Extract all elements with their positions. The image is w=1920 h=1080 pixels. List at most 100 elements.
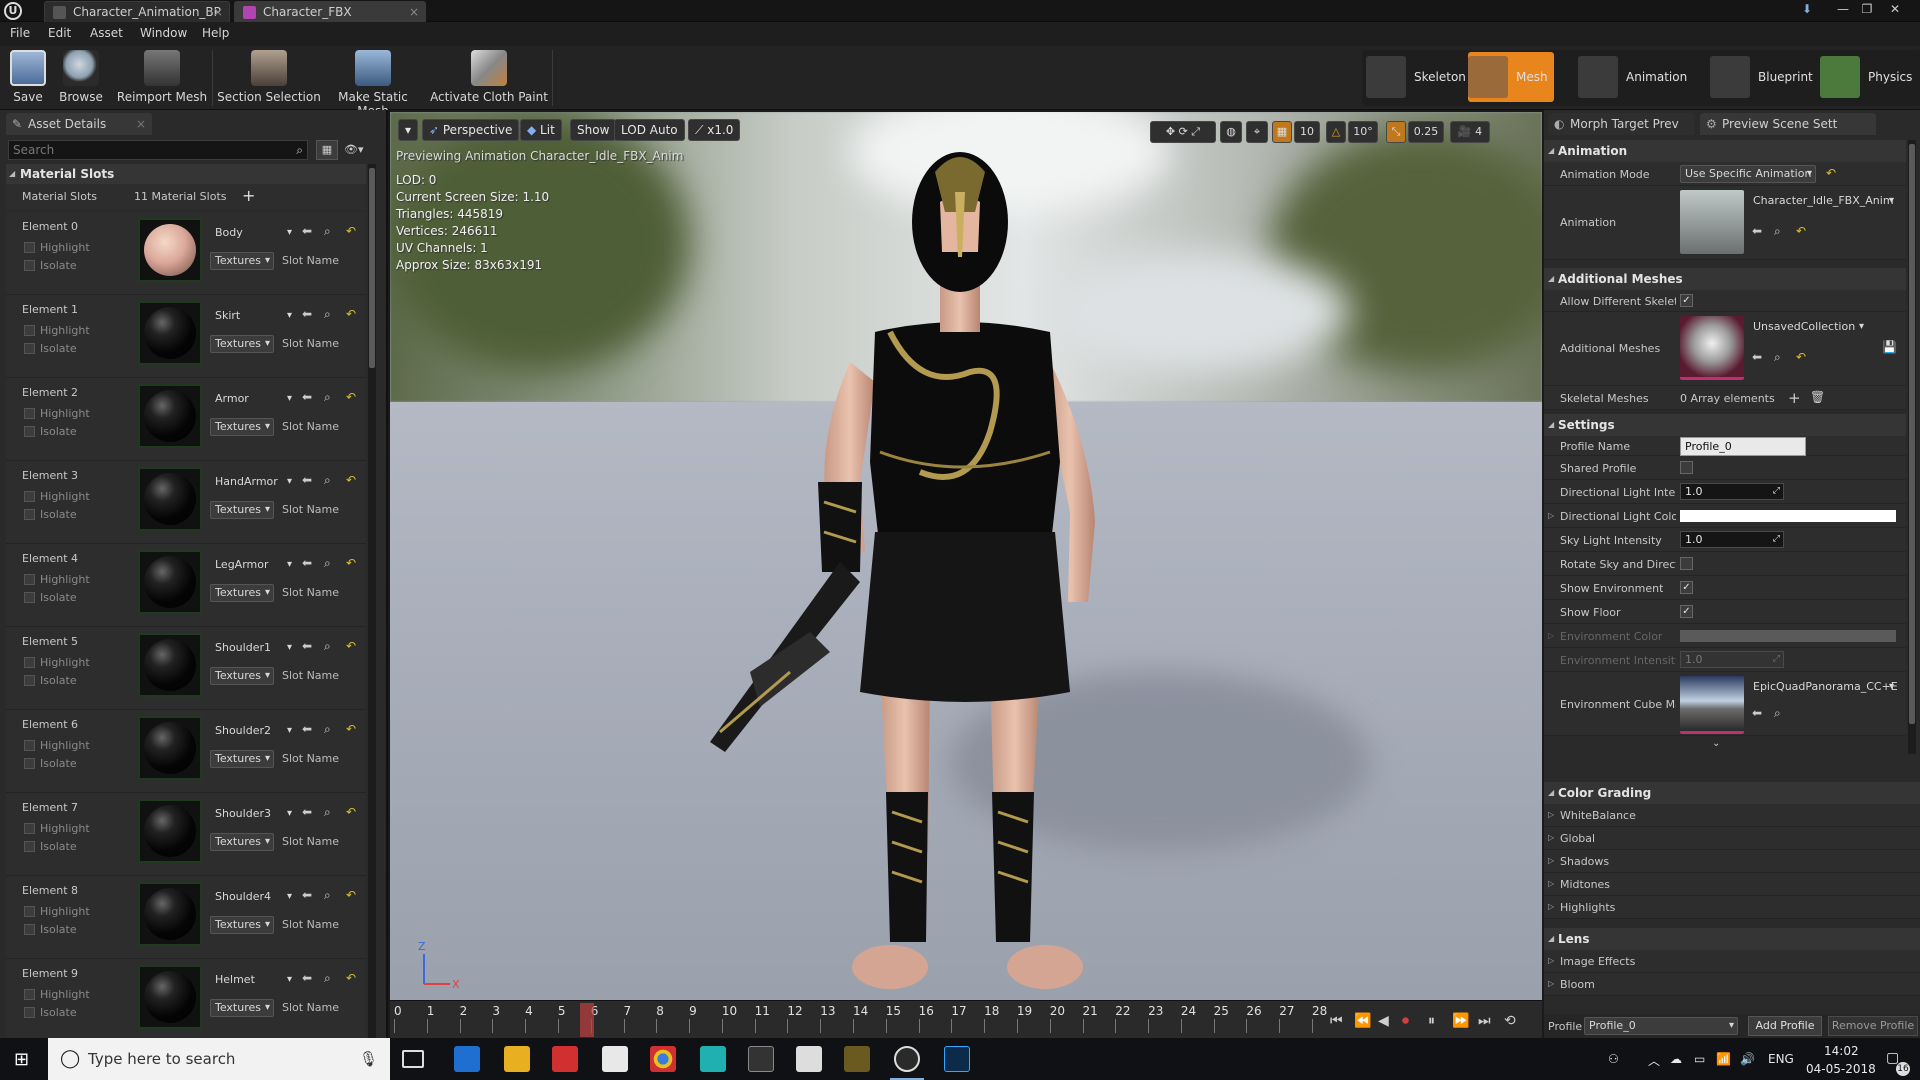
timeline-playhead[interactable] [580,1003,594,1037]
menu-asset[interactable]: Asset [90,26,123,40]
browse-magnifier-icon[interactable]: ⌕ [324,390,331,405]
save-collection-icon[interactable]: 💾 [1882,340,1897,354]
browse-magnifier-icon[interactable]: ⌕ [324,556,331,571]
browse-magnifier-icon[interactable]: ⌕ [1774,706,1781,721]
browse-magnifier-icon[interactable]: ⌕ [1774,350,1781,365]
isolate-checkbox[interactable] [24,675,35,686]
isolate-checkbox[interactable] [24,260,35,271]
expand-triangle-icon[interactable]: ▷ [1548,879,1554,888]
color-grading-item[interactable]: ▷ Global [1544,827,1920,850]
animation-asset-select[interactable]: Character_Idle_FBX_Anim [1748,192,1898,210]
record-icon[interactable]: ⏺ [1402,1013,1409,1029]
clock-time[interactable]: 14:02 [1824,1044,1859,1058]
people-icon[interactable]: ⚇ [1608,1052,1619,1066]
details-search-input[interactable]: Search ⌕ [8,140,308,160]
textures-dropdown[interactable]: Textures [210,501,274,519]
mode-mesh[interactable]: Mesh [1468,52,1554,102]
reset-to-default-icon[interactable]: ↶ [346,224,356,238]
category-settings[interactable]: Settings [1544,414,1906,436]
zbrush-icon[interactable] [796,1046,822,1072]
surface-snap-icon[interactable]: ⌖ [1246,121,1268,143]
highlight-checkbox[interactable] [24,325,35,336]
show-button[interactable]: Show [570,119,617,141]
category-animation[interactable]: Animation [1544,140,1906,162]
browse-magnifier-icon[interactable]: ⌕ [324,971,331,986]
textures-dropdown[interactable]: Textures [210,584,274,602]
reset-to-default-icon[interactable]: ↶ [346,307,356,321]
material-thumbnail[interactable] [138,882,202,946]
grid-snap-value[interactable]: 10 [1294,121,1320,143]
epic-games-icon[interactable] [748,1046,774,1072]
world-local-icon[interactable]: ◍ [1220,121,1242,143]
reset-to-default-icon[interactable]: ↶ [1796,350,1806,364]
cube-map-select[interactable]: EpicQuadPanorama_CC+E [1748,678,1898,696]
close-icon[interactable]: × [136,113,146,135]
rotate-sky-checkbox[interactable] [1680,557,1693,570]
view-options-eye-icon[interactable]: 👁▾ [344,140,376,160]
doc-tab-character-fbx[interactable]: Character_FBX × [234,1,426,22]
tab-preview-scene-settings[interactable]: ⚙ Preview Scene Sett [1700,113,1876,135]
timeline[interactable]: 0 1 2 3 4 5 6 7 8 9 10 11 12 13 14 15 16… [390,1000,1542,1038]
browse-magnifier-icon[interactable]: ⌕ [324,888,331,903]
color-grading-item[interactable]: ▷ WhiteBalance [1544,804,1920,827]
isolate-checkbox[interactable] [24,592,35,603]
material-select[interactable]: Shoulder1 [210,639,296,657]
maximize-button[interactable]: ❐ [1856,0,1878,18]
use-selected-arrow-icon[interactable]: ⬅ [302,556,312,570]
lens-item[interactable]: ▷ Bloom [1544,973,1920,996]
show-environment-checkbox[interactable]: ✓ [1680,581,1693,594]
color-grading-item[interactable]: ▷ Shadows [1544,850,1920,873]
browse-magnifier-icon[interactable]: ⌕ [1774,224,1781,239]
material-select[interactable]: Helmet [210,971,296,989]
collection-thumbnail[interactable] [1680,316,1744,380]
textures-dropdown[interactable]: Textures [210,335,274,353]
reset-to-default-icon[interactable]: ↶ [346,805,356,819]
notification-icon[interactable]: ⬇ [1796,0,1818,18]
skip-to-start-icon[interactable]: ⏮ [1330,1013,1343,1029]
reset-to-default-icon[interactable]: ↶ [346,639,356,653]
delete-elements-icon[interactable]: 🗑 [1810,390,1825,404]
profile-select[interactable]: Profile_0 [1584,1017,1738,1035]
mode-skeleton[interactable]: Skeleton [1366,52,1468,102]
shared-profile-checkbox[interactable] [1680,461,1693,474]
reset-to-default-icon[interactable]: ↶ [1796,224,1806,238]
color-grading-item[interactable]: ▷ Highlights [1544,896,1920,919]
camera-speed-button[interactable]: 🎥 4 [1450,121,1490,143]
expand-triangle-icon[interactable]: ▷ [1548,511,1554,520]
step-forward-icon[interactable]: ⏩ [1452,1013,1469,1029]
animation-thumbnail[interactable] [1680,190,1744,254]
menu-file[interactable]: File [10,26,30,40]
close-icon[interactable]: × [213,2,223,22]
scrollbar-thumb[interactable] [369,168,375,368]
property-matrix-icon[interactable]: ▦ [316,140,338,160]
save-button[interactable]: Save [6,48,50,108]
textures-dropdown[interactable]: Textures [210,916,274,934]
details-scrollbar[interactable] [368,164,376,1038]
chrome-icon[interactable] [650,1046,676,1072]
remove-profile-button[interactable]: Remove Profile [1828,1016,1918,1036]
perspective-button[interactable]: ➶ Perspective [422,119,520,141]
lod-button[interactable]: LOD Auto [614,119,685,141]
material-thumbnail[interactable] [138,218,202,282]
add-profile-button[interactable]: Add Profile [1748,1016,1822,1036]
textures-dropdown[interactable]: Textures [210,999,274,1017]
highlight-checkbox[interactable] [24,906,35,917]
material-thumbnail[interactable] [138,467,202,531]
textures-dropdown[interactable]: Textures [210,750,274,768]
playback-speed-button[interactable]: ⟋ x1.0 [688,119,741,141]
highlight-checkbox[interactable] [24,989,35,1000]
material-select[interactable]: Shoulder3 [210,805,296,823]
isolate-checkbox[interactable] [24,509,35,520]
material-select[interactable]: Shoulder4 [210,888,296,906]
material-select[interactable]: Shoulder2 [210,722,296,740]
file-explorer-icon[interactable] [504,1046,530,1072]
maya-icon[interactable] [700,1046,726,1072]
skip-to-end-icon[interactable]: ⏭ [1478,1013,1491,1029]
scroll-down-chevron-icon[interactable]: ⌄ [1712,738,1720,749]
expand-triangle-icon[interactable]: ▷ [1548,833,1554,842]
step-back-icon[interactable]: ⏪ [1354,1013,1371,1029]
clock-date[interactable]: 04-05-2018 [1806,1062,1876,1076]
doc-tab-animation-bp[interactable]: Character_Animation_BP × [44,1,230,22]
lens-item[interactable]: ▷ Image Effects [1544,950,1920,973]
use-selected-arrow-icon[interactable]: ⬅ [302,971,312,985]
